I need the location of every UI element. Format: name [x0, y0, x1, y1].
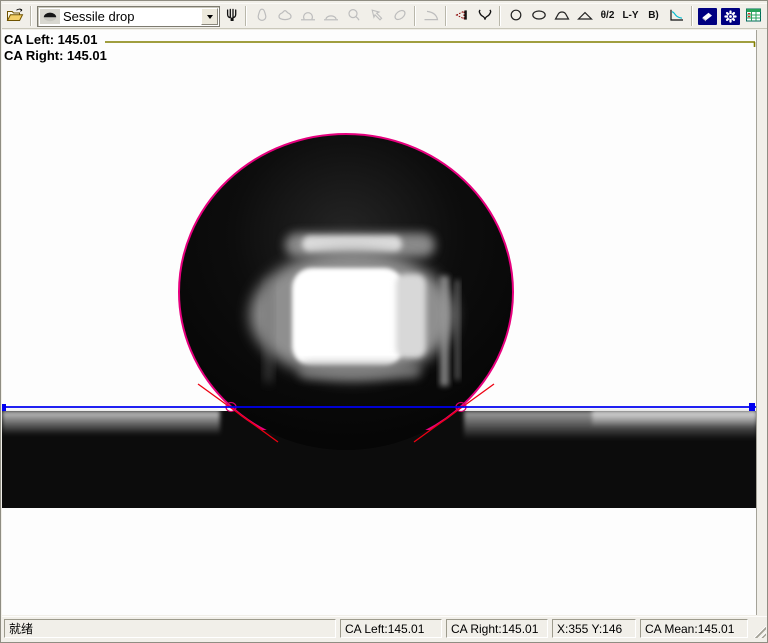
b-method-label: B): [648, 11, 659, 21]
status-ca-mean: CA Mean:145.01: [640, 619, 748, 638]
triangle-icon: [576, 7, 594, 26]
fit-circle-button[interactable]: [505, 5, 526, 27]
status-bar: 就绪 CA Left:145.01 CA Right:145.01 X:355 …: [2, 616, 768, 640]
tilted-ellipse-button: [389, 5, 410, 27]
b-method-button[interactable]: B): [643, 5, 664, 27]
projector-button[interactable]: [451, 5, 472, 27]
graph-icon: [668, 7, 685, 26]
arrow-northwest-icon: [369, 7, 385, 26]
resize-grip[interactable]: [752, 624, 766, 638]
dome-on-line-button: [297, 5, 318, 27]
theta-half-label: θ/2: [601, 11, 615, 21]
sessile-drop-icon: [40, 9, 60, 24]
dome-on-line-icon: [299, 7, 317, 26]
toolbar-separator: [414, 6, 416, 26]
method-select[interactable]: Sessile drop: [37, 6, 220, 27]
image-viewport: CA Left: 145.01 CA Right: 145.01: [2, 30, 757, 615]
flat-dome-on-line-icon: [322, 7, 340, 26]
laplace-young-label: L-Y: [622, 11, 638, 21]
theta-half-method-button[interactable]: θ/2: [597, 5, 618, 27]
status-ca-left: CA Left:145.01: [340, 619, 442, 638]
eraser-icon: [698, 8, 717, 25]
sessile-blob-button: [274, 5, 295, 27]
arrow-northwest-button: [366, 5, 387, 27]
tilted-ellipse-icon: [392, 7, 408, 26]
result-graph-button[interactable]: [666, 5, 687, 27]
flat-dome-on-line-button: [320, 5, 341, 27]
dome-icon: [553, 7, 571, 26]
sessile-blob-icon: [276, 7, 294, 26]
toolbar-separator: [30, 6, 32, 26]
circle-icon: [508, 7, 524, 26]
status-ca-right: CA Right:145.01: [446, 619, 548, 638]
overlay-ca-left: CA Left: 145.01: [4, 32, 97, 48]
folder-open-icon: [6, 7, 24, 26]
toolbar-separator: [245, 6, 247, 26]
drop-photo-scene: [2, 30, 757, 615]
tilt-angle-icon: [422, 7, 440, 26]
laplace-young-method-button[interactable]: L-Y: [620, 5, 641, 27]
tilt-angle-button: [420, 5, 441, 27]
pendant-drop-button: [251, 5, 272, 27]
fit-ellipse-button[interactable]: [528, 5, 549, 27]
fit-dome-button[interactable]: [551, 5, 572, 27]
toolbar-separator: [445, 6, 447, 26]
flower-icon: [721, 8, 740, 25]
toolbar-separator: [691, 6, 693, 26]
ellipse-icon: [530, 7, 548, 26]
drop-with-tail-button: [343, 5, 364, 27]
drop-with-tail-icon: [346, 7, 362, 26]
open-file-button[interactable]: [5, 5, 26, 27]
status-ready: 就绪: [4, 619, 336, 638]
app-window: Sessile drop: [0, 0, 768, 643]
data-table-button[interactable]: [743, 5, 764, 27]
profile-curve-icon: [477, 7, 493, 26]
hand-icon: [224, 7, 240, 26]
overlay-ca-right: CA Right: 145.01: [4, 48, 107, 64]
method-select-value: Sessile drop: [63, 9, 201, 24]
projector-icon: [453, 7, 470, 26]
toolbar-separator: [499, 6, 501, 26]
profile-curve-button[interactable]: [474, 5, 495, 27]
combo-dropdown-arrow[interactable]: [201, 8, 218, 25]
table-icon: [745, 7, 762, 26]
hand-grab-button[interactable]: [223, 5, 241, 27]
status-cursor-position: X:355 Y:146: [552, 619, 636, 638]
main-toolbar: Sessile drop: [2, 3, 767, 29]
flower-tool-button[interactable]: [720, 5, 741, 27]
eraser-tool-button[interactable]: [697, 5, 718, 27]
pendant-drop-icon: [254, 7, 270, 26]
fit-triangle-button[interactable]: [574, 5, 595, 27]
